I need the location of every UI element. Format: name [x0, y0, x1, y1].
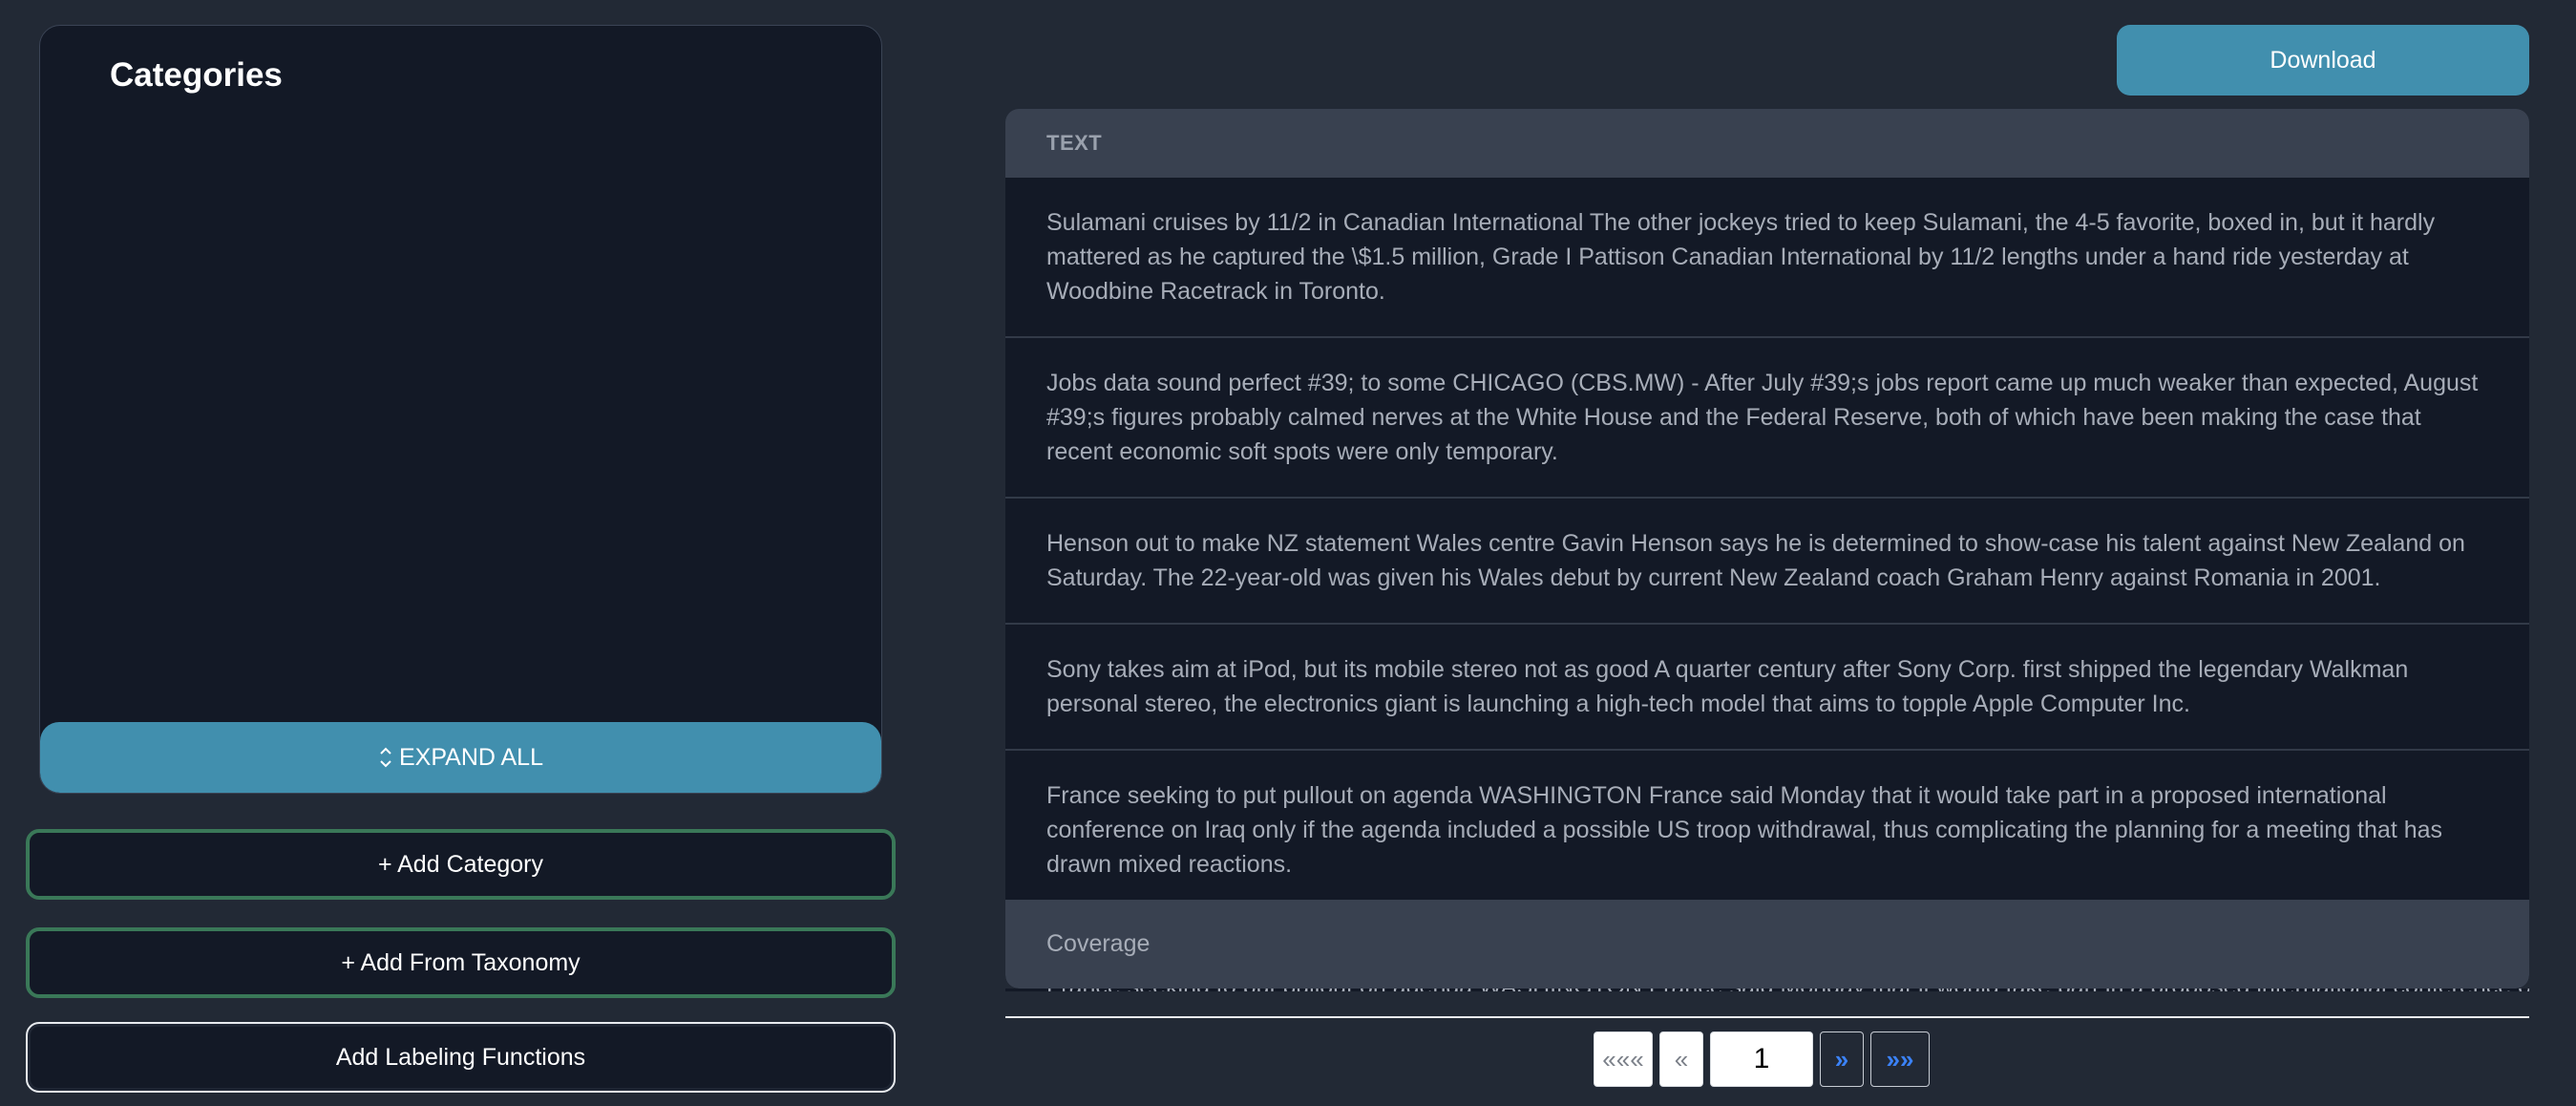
categories-panel: Categories EXPAND ALL [39, 25, 882, 794]
expand-all-label: EXPAND ALL [398, 743, 543, 771]
clipped-row-text: France seeking to put pullout on agenda … [1046, 989, 2529, 991]
last-page-button[interactable]: »» [1870, 1032, 1930, 1087]
pagination: ««« « » »» [1594, 1032, 1930, 1087]
table-row[interactable]: Henson out to make NZ statement Wales ce… [1005, 499, 2529, 625]
table-row[interactable]: Sony takes aim at iPod, but its mobile s… [1005, 625, 2529, 751]
add-category-button[interactable]: + Add Category [26, 829, 896, 900]
table-row[interactable]: Sulamani cruises by 11/2 in Canadian Int… [1005, 178, 2529, 338]
page-number-input[interactable] [1710, 1032, 1813, 1087]
app-root: Categories EXPAND ALL + Add Category + A… [0, 0, 2576, 1106]
divider [1005, 1016, 2529, 1018]
table-row[interactable]: France seeking to put pullout on agenda … [1005, 751, 2529, 911]
clipped-row: France seeking to put pullout on agenda … [1005, 989, 2529, 991]
download-button[interactable]: Download [2117, 25, 2529, 96]
add-labeling-functions-button[interactable]: Add Labeling Functions [26, 1022, 896, 1093]
previous-page-button[interactable]: « [1659, 1032, 1703, 1087]
chevron-up-down-icon [380, 747, 391, 768]
data-table[interactable]: TEXT Sulamani cruises by 11/2 in Canadia… [1005, 109, 2529, 989]
categories-title: Categories [110, 56, 283, 94]
expand-all-button[interactable]: EXPAND ALL [40, 722, 881, 793]
coverage-footer: Coverage [1005, 900, 2529, 989]
column-header-text: TEXT [1005, 109, 2529, 178]
next-page-button[interactable]: » [1820, 1032, 1864, 1087]
first-page-button[interactable]: ««« [1594, 1032, 1653, 1087]
table-row[interactable]: Jobs data sound perfect #39; to some CHI… [1005, 338, 2529, 499]
add-from-taxonomy-button[interactable]: + Add From Taxonomy [26, 927, 896, 998]
